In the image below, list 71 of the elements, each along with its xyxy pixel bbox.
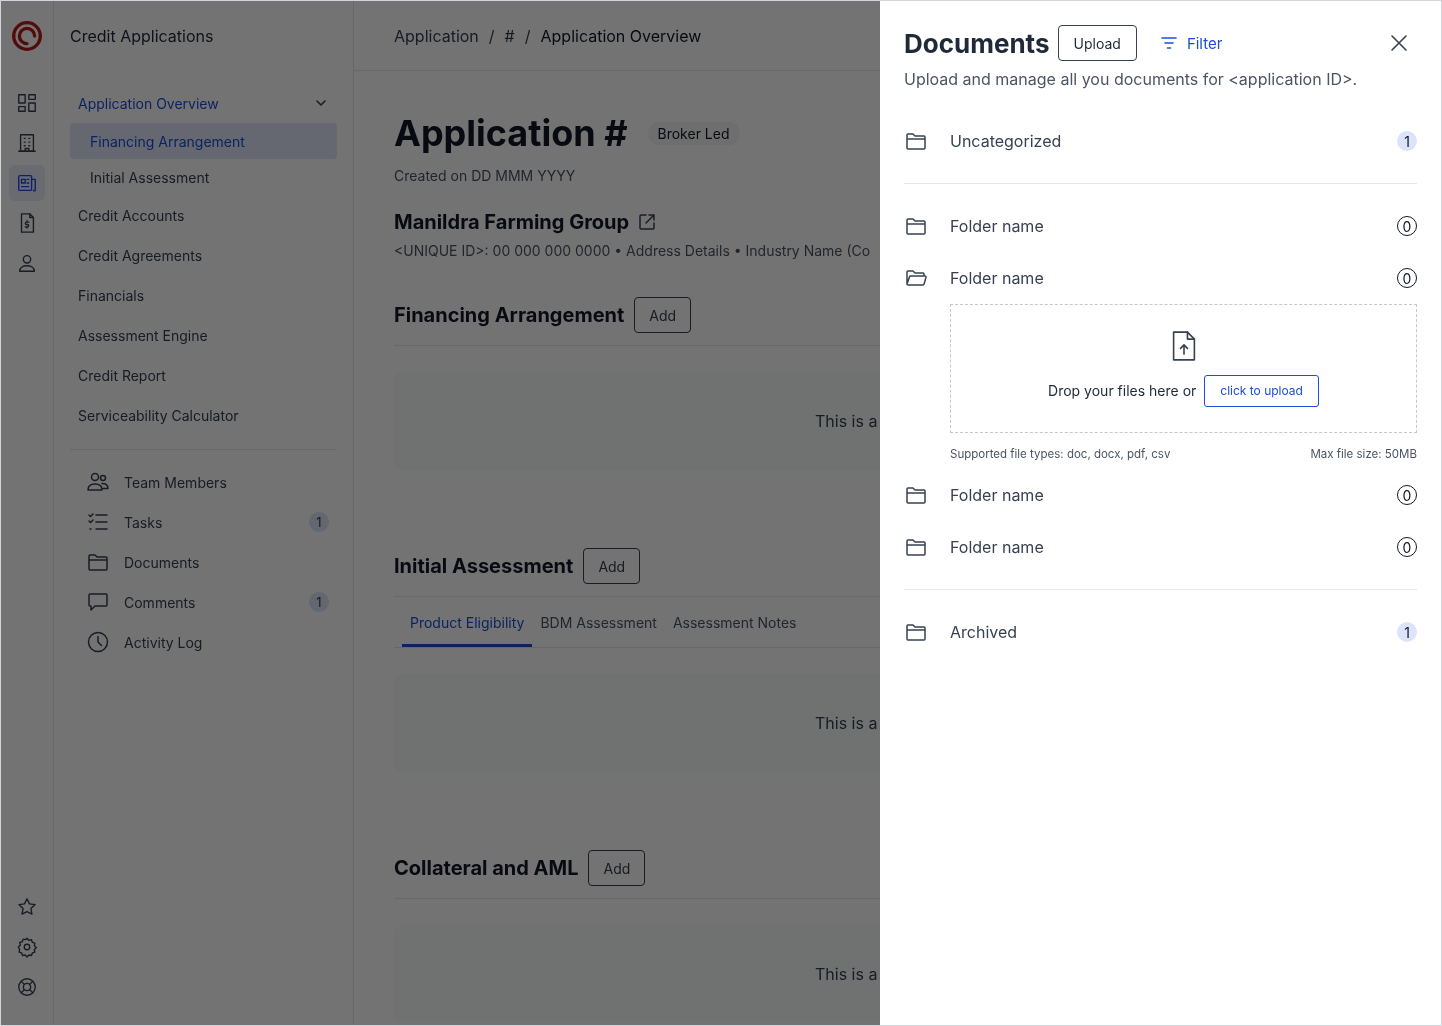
folder-row[interactable]: Folder name 0 xyxy=(904,469,1417,521)
nav-item[interactable]: Initial Assessment xyxy=(70,159,337,195)
nav-item[interactable]: Assessment Engine xyxy=(70,315,337,355)
placeholder-text: This is a xyxy=(815,964,878,984)
upload-button[interactable]: Upload xyxy=(1057,25,1137,61)
upload-link-button[interactable]: click to upload xyxy=(1204,374,1319,407)
drawer-description: Upload and manage all you documents for <application ID>. xyxy=(904,69,1359,89)
filter-button[interactable]: Filter xyxy=(1152,32,1229,54)
add-button[interactable]: Add xyxy=(634,297,692,333)
nav-item[interactable]: Application Overview xyxy=(70,83,337,123)
file-dropzone[interactable]: Drop your files here or click to upload xyxy=(950,304,1417,433)
count-badge: 1 xyxy=(1397,622,1417,642)
nav-item[interactable]: Credit Accounts xyxy=(70,195,337,235)
tab[interactable]: Assessment Notes xyxy=(664,597,805,647)
count-badge: 1 xyxy=(1397,131,1417,151)
nav-item[interactable]: Credit Report xyxy=(70,355,337,395)
grid-icon xyxy=(16,92,38,114)
lifebuoy-icon xyxy=(16,976,38,998)
nav-item[interactable]: Serviceability Calculator xyxy=(70,395,337,435)
dropzone-text: Drop your files here or xyxy=(1048,382,1197,399)
breadcrumb-separator: / xyxy=(524,25,531,46)
file-types-hint: Supported file types: doc, docx, pdf, csv xyxy=(950,447,1171,461)
folder-row[interactable]: Folder name 0 xyxy=(904,200,1417,252)
breadcrumb-link[interactable]: # xyxy=(504,25,515,46)
add-button[interactable]: Add xyxy=(583,548,641,584)
nav-item[interactable]: Credit Agreements xyxy=(70,235,337,275)
page-title: Application # xyxy=(394,111,628,155)
breadcrumb-link[interactable]: Application xyxy=(394,25,479,46)
user-icon xyxy=(16,252,38,274)
file-size-hint: Max file size: 50MB xyxy=(1310,447,1417,461)
section-title: Collateral and AML xyxy=(394,856,579,880)
nav-link[interactable]: Comments 1 xyxy=(70,582,337,622)
nav-item[interactable]: Financials xyxy=(70,275,337,315)
nav-link[interactable]: Tasks 1 xyxy=(70,502,337,542)
close-icon xyxy=(1389,33,1409,53)
rail-button[interactable] xyxy=(9,165,45,201)
count-badge: 1 xyxy=(309,512,329,532)
breadcrumb-current: Application Overview xyxy=(540,25,702,46)
clock-icon xyxy=(86,630,110,654)
file-upload-icon xyxy=(1170,330,1197,361)
star-icon xyxy=(16,896,38,918)
tab[interactable]: BDM Assessment xyxy=(532,597,665,647)
nav-link[interactable]: Activity Log xyxy=(70,622,337,662)
folder-row[interactable]: Uncategorized 1 xyxy=(904,115,1417,167)
section-title: Financing Arrangement xyxy=(394,303,625,327)
people-icon xyxy=(86,470,110,494)
building-icon xyxy=(16,132,38,154)
app-title: Credit Applications xyxy=(70,25,215,48)
tab[interactable]: Product Eligibility xyxy=(402,597,533,647)
speech-bubble-icon xyxy=(86,590,110,614)
folder-row[interactable]: Archived 1 xyxy=(904,606,1417,658)
nav-link[interactable]: Documents xyxy=(70,542,337,582)
company-name: Manildra Farming Group xyxy=(394,210,630,234)
nav-link[interactable]: Team Members xyxy=(70,462,337,502)
external-link-icon[interactable] xyxy=(637,212,658,232)
add-button[interactable]: Add xyxy=(588,850,646,886)
created-date: Created on DD MMM YYYY xyxy=(394,167,577,184)
placeholder-text: This is a xyxy=(815,713,878,733)
folder-row[interactable]: Folder name 0 xyxy=(904,521,1417,573)
nav-item[interactable]: Financing Arrangement xyxy=(70,123,337,159)
company-details: <UNIQUE ID>: 00 000 000 0000 • Address Details • Industry Name (Co xyxy=(394,242,872,259)
tag: Broker Led xyxy=(647,121,740,145)
settings-icon xyxy=(16,936,38,958)
breadcrumb-separator: / xyxy=(488,25,495,46)
close-button[interactable] xyxy=(1389,33,1409,53)
folder-row[interactable]: Folder name 0 xyxy=(904,252,1417,304)
section-title: Initial Assessment xyxy=(394,554,574,578)
drawer-title: Documents xyxy=(904,27,1050,59)
placeholder-text: This is a xyxy=(815,411,878,431)
count-badge: 1 xyxy=(309,592,329,612)
newspaper-icon xyxy=(16,172,38,194)
